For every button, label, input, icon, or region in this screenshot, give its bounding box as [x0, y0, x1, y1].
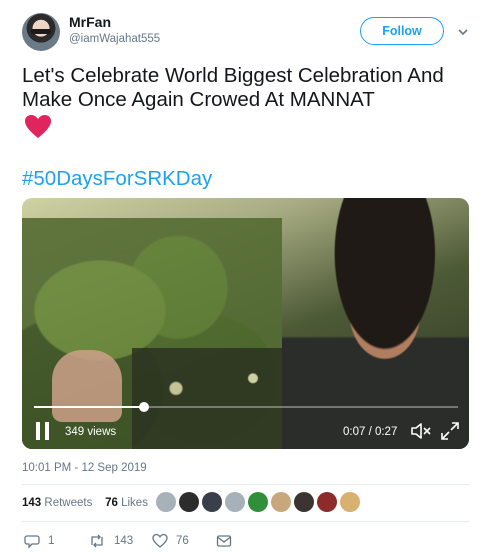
heart-icon [152, 533, 168, 548]
video-frame-hand [52, 350, 122, 422]
pause-icon-bar-right [45, 422, 49, 440]
video-player[interactable]: 349 views 0:07 / 0:27 [22, 198, 469, 449]
hashtag-link[interactable]: #50DaysForSRKDay [22, 167, 212, 191]
liker-avatar[interactable] [294, 492, 314, 512]
engagement-stats: 143 Retweets 76 Likes [22, 497, 148, 509]
red-heart-emoji-icon [25, 115, 51, 138]
fullscreen-icon[interactable] [440, 421, 460, 441]
retweet-button[interactable]: 143 [88, 532, 133, 550]
liker-avatar[interactable] [225, 492, 245, 512]
reply-icon [24, 535, 40, 549]
tweet-timestamp[interactable]: 10:01 PM - 12 Sep 2019 [22, 462, 147, 474]
like-button[interactable]: 76 [152, 532, 189, 550]
likes-stat[interactable]: 76 Likes [105, 497, 148, 509]
video-time: 0:07 / 0:27 [343, 426, 398, 438]
tweet-header: MrFan @iamWajahat555 Follow [0, 0, 490, 60]
video-frame-person [282, 198, 469, 449]
liker-avatar[interactable] [317, 492, 337, 512]
direct-message-button[interactable] [216, 532, 240, 550]
view-count: 349 views [65, 426, 117, 438]
liker-avatar[interactable] [340, 492, 360, 512]
liker-avatar[interactable] [248, 492, 268, 512]
pause-icon-bar-left [36, 422, 40, 440]
retweet-count: 143 [114, 535, 134, 547]
like-count: 76 [176, 535, 189, 547]
mute-icon[interactable] [410, 422, 432, 440]
liker-avatar[interactable] [156, 492, 176, 512]
tweet-actions: 1 143 76 [22, 532, 472, 552]
divider [22, 521, 470, 522]
chevron-down-icon[interactable] [456, 25, 470, 39]
divider [22, 484, 470, 485]
liker-avatar[interactable] [202, 492, 222, 512]
liker-avatar[interactable] [179, 492, 199, 512]
liker-avatar[interactable] [271, 492, 291, 512]
tweet-text: Let's Celebrate World Biggest Celebratio… [22, 64, 444, 111]
retweet-icon [91, 534, 103, 548]
video-progress-bar[interactable] [34, 402, 458, 412]
user-handle[interactable]: @iamWajahat555 [69, 33, 160, 45]
pause-button[interactable] [36, 422, 50, 440]
reply-button[interactable]: 1 [24, 532, 54, 550]
avatar[interactable] [22, 13, 60, 51]
display-name[interactable]: MrFan [69, 14, 111, 30]
envelope-icon [216, 535, 232, 547]
follow-button[interactable]: Follow [360, 17, 444, 45]
video-progress-fill [34, 406, 145, 408]
retweets-stat[interactable]: 143 Retweets [22, 497, 92, 509]
reply-count: 1 [48, 535, 55, 547]
